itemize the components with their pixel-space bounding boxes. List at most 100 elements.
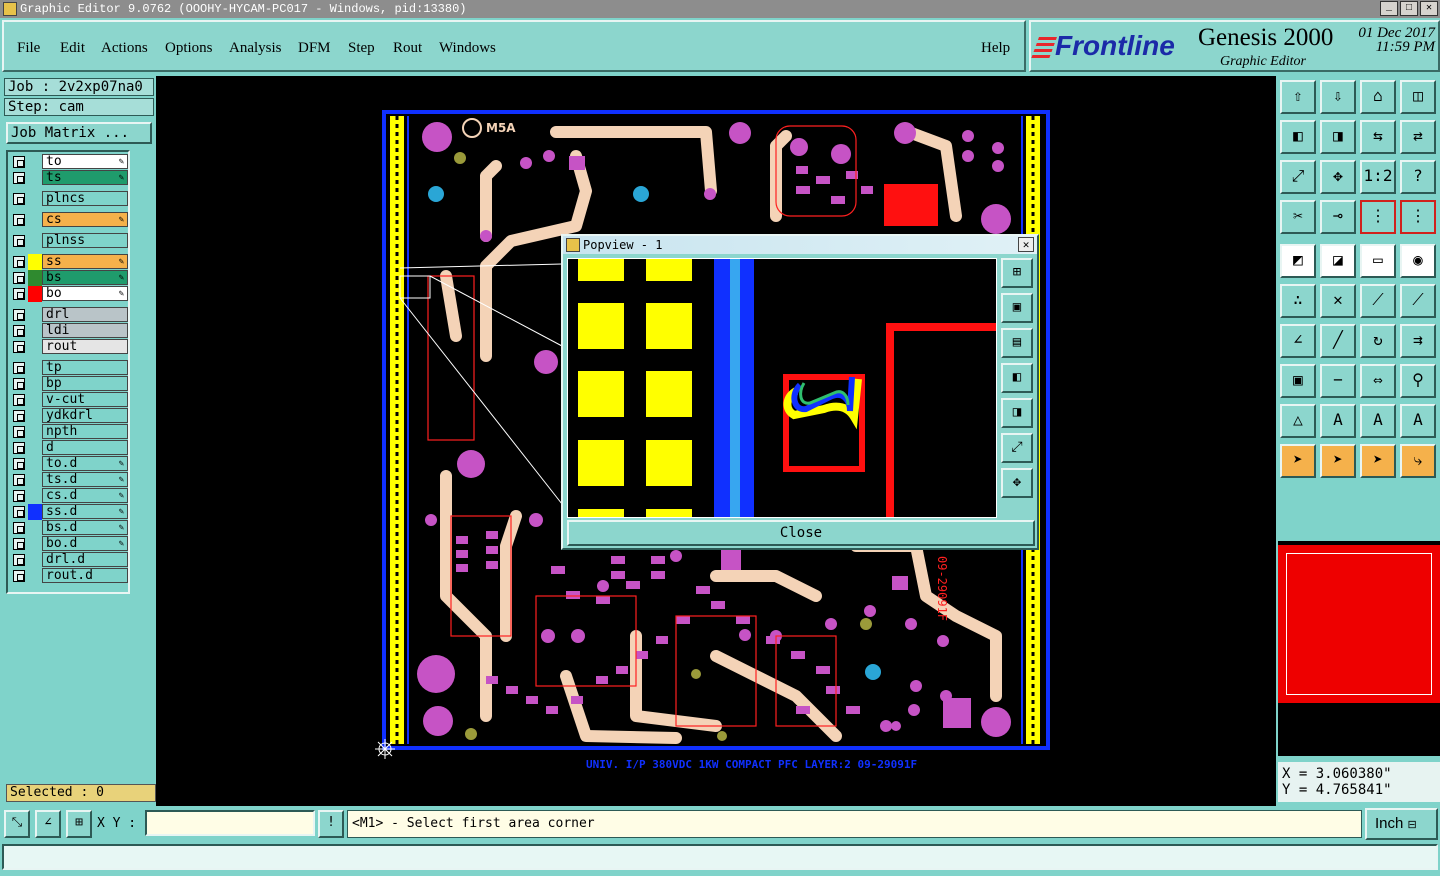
layer-color-swatch[interactable] xyxy=(28,488,42,504)
layer-color-swatch[interactable] xyxy=(28,536,42,552)
layer-name[interactable]: ss.d ✎ xyxy=(42,504,128,519)
layer-color-swatch[interactable] xyxy=(28,339,42,355)
home-out-icon[interactable]: ⇧ xyxy=(1280,80,1316,114)
layer-checkbox[interactable] xyxy=(13,442,25,454)
feature-icon[interactable]: ◩ xyxy=(1280,244,1316,278)
popview-close-button[interactable]: Close xyxy=(567,520,1035,546)
layer-checkbox[interactable] xyxy=(13,506,25,518)
layer-checkbox[interactable] xyxy=(13,172,25,184)
layer-row-to[interactable]: to ✎ xyxy=(8,154,130,170)
maximize-button[interactable]: □ xyxy=(1400,1,1418,16)
menu-windows[interactable]: Windows xyxy=(439,40,496,57)
popview-canvas[interactable] xyxy=(567,258,997,518)
menu-analysis[interactable]: Analysis xyxy=(229,40,282,57)
layer-name[interactable]: ldi xyxy=(42,323,128,338)
layer-checkbox[interactable] xyxy=(13,288,25,300)
arrow-icon[interactable]: ➤ xyxy=(1280,444,1316,478)
layer-color-swatch[interactable] xyxy=(28,360,42,376)
tri-a3-icon[interactable]: A xyxy=(1400,404,1436,438)
layer-checkbox[interactable] xyxy=(13,214,25,226)
arrow-box2-icon[interactable]: ➤ xyxy=(1360,444,1396,478)
angle-snap-icon[interactable]: ∠ xyxy=(35,810,61,838)
layer-name[interactable]: ss ✎ xyxy=(42,254,128,269)
pad-icon[interactable]: ◉ xyxy=(1400,244,1436,278)
layer-checkbox[interactable] xyxy=(13,325,25,337)
select-icon[interactable]: ▣ xyxy=(1280,364,1316,398)
layer-row-ss[interactable]: ss ✎ xyxy=(8,254,130,270)
mirror-icon[interactable]: ⇆ xyxy=(1360,120,1396,154)
popview-prev-icon[interactable]: ◧ xyxy=(1001,363,1033,393)
layer-color-swatch[interactable] xyxy=(28,154,42,170)
info-icon[interactable]: ! xyxy=(318,810,344,838)
xy-input[interactable] xyxy=(145,810,315,836)
layer-row-bp[interactable]: bp xyxy=(8,376,130,392)
layer-name[interactable]: v-cut xyxy=(42,392,128,407)
swap-icon[interactable]: ⇄ xyxy=(1400,120,1436,154)
layer-name[interactable]: to.d ✎ xyxy=(42,456,128,471)
layer-name[interactable]: drl xyxy=(42,307,128,322)
layer-checkbox[interactable] xyxy=(13,256,25,268)
minus-icon[interactable]: − xyxy=(1320,364,1356,398)
layer-name[interactable]: d xyxy=(42,440,128,455)
menu-step[interactable]: Step xyxy=(348,40,375,57)
layer-color-swatch[interactable] xyxy=(28,504,42,520)
popview-next-icon[interactable]: ◨ xyxy=(1001,398,1033,428)
layer-name[interactable]: plnss xyxy=(42,233,128,248)
layer-name[interactable]: tp xyxy=(42,360,128,375)
layer-checkbox[interactable] xyxy=(13,474,25,486)
layer-row-cs[interactable]: cs ✎ xyxy=(8,212,130,228)
menu-dfm[interactable]: DFM xyxy=(298,40,331,57)
layer-color-swatch[interactable] xyxy=(28,408,42,424)
home-in-icon[interactable]: ⇩ xyxy=(1320,80,1356,114)
layer-row-rout[interactable]: rout xyxy=(8,339,130,355)
layer-name[interactable]: bs.d ✎ xyxy=(42,520,128,535)
layer-row-tp[interactable]: tp xyxy=(8,360,130,376)
menu-file[interactable]: File xyxy=(17,40,40,57)
popview-close-icon[interactable]: ✕ xyxy=(1018,237,1034,252)
layer-row-ldi[interactable]: ldi xyxy=(8,323,130,339)
minimize-button[interactable]: _ xyxy=(1380,1,1398,16)
popview-home-in-icon[interactable]: ▤ xyxy=(1001,328,1033,358)
help-icon[interactable]: ? xyxy=(1400,160,1436,194)
prev-icon[interactable]: ◧ xyxy=(1280,120,1316,154)
menu-rout[interactable]: Rout xyxy=(393,40,422,57)
measure-icon[interactable]: ▭ xyxy=(1360,244,1396,278)
cross-icon[interactable]: ✕ xyxy=(1320,284,1356,318)
layer-color-swatch[interactable] xyxy=(28,212,42,228)
grid-snap-icon[interactable]: ⊞ xyxy=(66,810,92,838)
layer-row-ts[interactable]: ts ✎ xyxy=(8,170,130,186)
layer-checkbox[interactable] xyxy=(13,156,25,168)
arrow-box-icon[interactable]: ➤ xyxy=(1320,444,1356,478)
close-window-button[interactable]: ✕ xyxy=(1420,1,1438,16)
popview-center-icon[interactable]: ✥ xyxy=(1001,468,1033,498)
layer-name[interactable]: bo ✎ xyxy=(42,286,128,301)
snap-icon[interactable]: ⤡ xyxy=(4,810,30,838)
layer-name[interactable]: ydkdrl xyxy=(42,408,128,423)
layer-checkbox[interactable] xyxy=(13,522,25,534)
single-pin-icon[interactable]: ⊸ xyxy=(1320,200,1356,234)
tri-icon[interactable]: △ xyxy=(1280,404,1316,438)
layer-name[interactable]: bs ✎ xyxy=(42,270,128,285)
layer-row-drl.d[interactable]: drl.d xyxy=(8,552,130,568)
layer-row-v-cut[interactable]: v-cut xyxy=(8,392,130,408)
layer-checkbox[interactable] xyxy=(13,272,25,284)
tri-a2-icon[interactable]: A xyxy=(1360,404,1396,438)
layer-name[interactable]: rout.d xyxy=(42,568,128,583)
menu-help[interactable]: Help xyxy=(981,40,1010,57)
layer-color-swatch[interactable] xyxy=(28,191,42,207)
layer-color-swatch[interactable] xyxy=(28,440,42,456)
split-view-icon[interactable]: ◫ xyxy=(1400,80,1436,114)
layer-name[interactable]: cs ✎ xyxy=(42,212,128,227)
popview-zoom-fit-icon[interactable]: ⤢ xyxy=(1001,433,1033,463)
layer-checkbox[interactable] xyxy=(13,362,25,374)
angle-icon[interactable]: ∠ xyxy=(1280,324,1316,358)
ff-icon[interactable]: ⇉ xyxy=(1400,324,1436,358)
fit-icon[interactable]: ⤢ xyxy=(1280,160,1316,194)
layer-row-rout.d[interactable]: rout.d xyxy=(8,568,130,584)
popview-fit-icon[interactable]: ⊞ xyxy=(1001,258,1033,288)
layer-row-npth[interactable]: npth xyxy=(8,424,130,440)
layer-color-swatch[interactable] xyxy=(28,323,42,339)
layer-checkbox[interactable] xyxy=(13,458,25,470)
layer-name[interactable]: drl.d xyxy=(42,552,128,567)
layer-checkbox[interactable] xyxy=(13,554,25,566)
